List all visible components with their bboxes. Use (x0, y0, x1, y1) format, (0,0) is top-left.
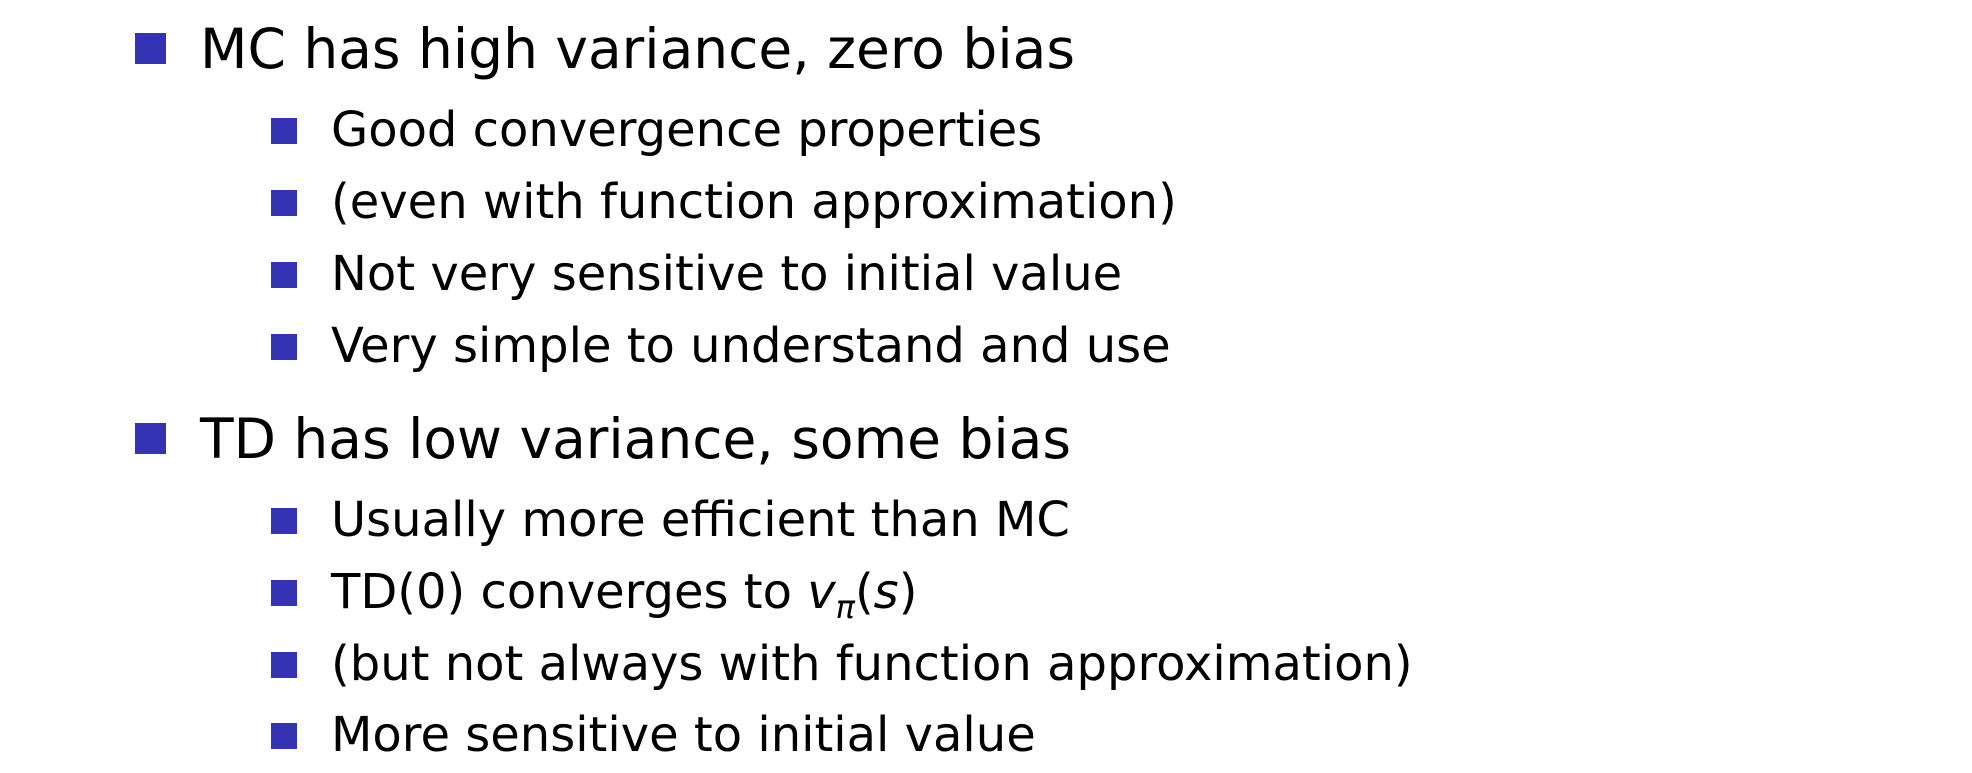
td-item-text: Usually more efficient than MC (331, 492, 1070, 548)
td-item-text: TD(0) converges to (331, 564, 792, 620)
square-bullet-icon (271, 334, 297, 360)
td-item-text-with-math: TD(0) converges to vπ(s) (331, 568, 917, 623)
td-item-text: More sensitive to initial value (331, 707, 1036, 763)
mc-heading-line: MC has high variance, zero bias (0, 16, 1972, 86)
square-bullet-icon (271, 652, 297, 678)
td-heading-line: TD has low variance, some bias (0, 406, 1972, 476)
mc-item: (even with function approximation) (0, 170, 1972, 240)
math-v: v (807, 564, 836, 620)
math-value-function: vπ(s) (807, 564, 918, 623)
mc-item-text: (even with function approximation) (331, 174, 1177, 230)
mc-item-text: Very simple to understand and use (331, 318, 1171, 374)
td-item: More sensitive to initial value (0, 703, 1972, 773)
square-bullet-icon (271, 723, 297, 749)
square-bullet-icon (271, 118, 297, 144)
square-bullet-icon (271, 580, 297, 606)
mc-item: Very simple to understand and use (0, 314, 1972, 384)
math-close-paren: ) (898, 564, 918, 620)
math-open-paren: ( (854, 564, 874, 620)
td-heading: TD has low variance, some bias (200, 407, 1072, 471)
square-bullet-icon (271, 262, 297, 288)
td-item: (but not always with function approximat… (0, 632, 1972, 702)
math-s: s (873, 564, 899, 620)
square-bullet-icon (135, 33, 166, 64)
td-item: Usually more efficient than MC (0, 488, 1972, 558)
square-bullet-icon (271, 190, 297, 216)
mc-item-text: Good convergence properties (331, 102, 1043, 158)
mc-item: Not very sensitive to initial value (0, 242, 1972, 312)
math-subscript-pi: π (835, 588, 855, 626)
mc-item-text: Not very sensitive to initial value (331, 246, 1123, 302)
square-bullet-icon (135, 423, 166, 454)
td-item-text: (but not always with function approximat… (331, 636, 1413, 692)
mc-item: Good convergence properties (0, 98, 1972, 168)
square-bullet-icon (271, 508, 297, 534)
mc-heading: MC has high variance, zero bias (200, 17, 1075, 81)
td-item: TD(0) converges to vπ(s) (0, 560, 1972, 630)
